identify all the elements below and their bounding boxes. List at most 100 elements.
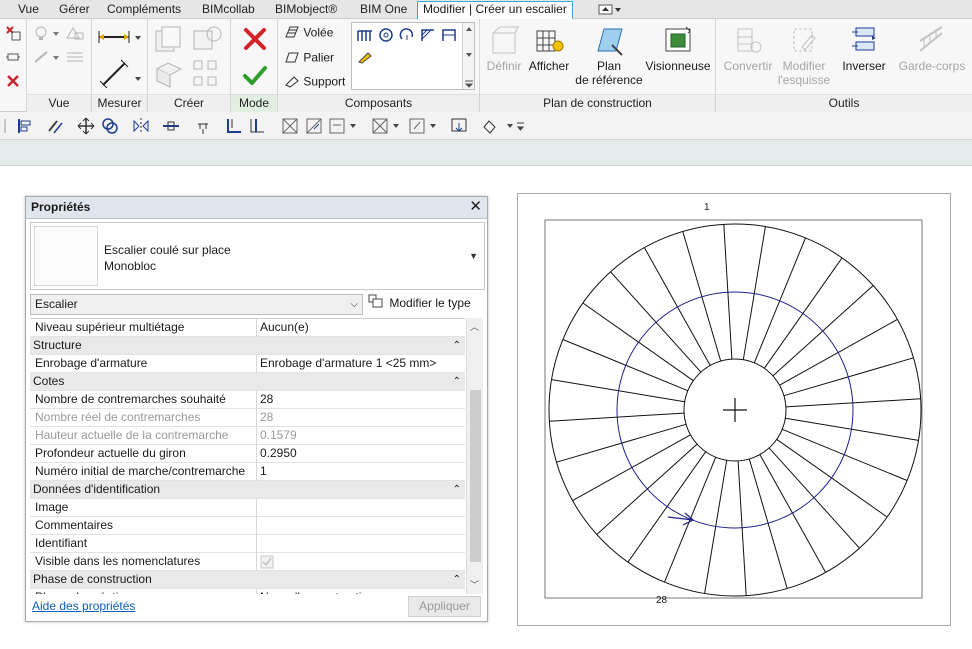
support-button[interactable]: Support (284, 74, 345, 91)
garde-corps-button[interactable]: Garde-corps (896, 25, 968, 73)
trim-single-icon[interactable] (248, 117, 266, 135)
tab-modifier-creer-escalier[interactable]: Modifier | Créer un escalier (417, 1, 573, 20)
scroll-down-icon[interactable]: ﹀ (470, 578, 479, 591)
create-parts-icon[interactable] (154, 59, 184, 92)
property-checkbox[interactable] (256, 553, 465, 571)
volee-button[interactable]: Volée (284, 25, 333, 42)
property-row[interactable]: Visible dans les nomenclatures (30, 553, 465, 571)
scroll-up-icon[interactable]: ︿ (470, 320, 479, 333)
tab-gerer[interactable]: Gérer (59, 2, 90, 19)
property-row[interactable]: Niveau supérieur multiétage Aucun(e) (30, 319, 465, 337)
mirror-icon[interactable] (132, 117, 150, 135)
plan-de-reference-button[interactable]: Plan de référence (574, 25, 644, 87)
copy-icon[interactable] (101, 117, 119, 135)
create-group-icon[interactable] (192, 25, 224, 56)
hide-icon[interactable] (65, 49, 85, 68)
type-selector[interactable]: Escalier coulé sur place Monobloc ▼ (30, 222, 485, 290)
property-row[interactable]: Commentaires (30, 517, 465, 535)
apply-button[interactable]: Appliquer (408, 596, 481, 617)
collapse-chevron-icon[interactable]: ⌃ (453, 337, 461, 354)
palier-button[interactable]: Palier (284, 50, 334, 67)
hide-element-icon[interactable] (371, 117, 399, 135)
property-row[interactable]: Identifiant (30, 535, 465, 553)
measure-icon[interactable] (97, 27, 143, 50)
property-value[interactable]: 0.2950 (256, 445, 465, 463)
spiral-run-icon[interactable] (377, 27, 395, 46)
property-group-header[interactable]: Structure ⌃ (30, 337, 465, 355)
property-row[interactable]: Enrobage d'armature Enrobage d'armature 1… (30, 355, 465, 373)
visionneuse-button[interactable]: Visionneuse (644, 25, 712, 73)
pin-toolbar-icon[interactable] (194, 117, 212, 135)
select-x-icon[interactable] (5, 25, 21, 44)
modifier-esquisse-button[interactable]: Modifier l'esquisse (776, 25, 832, 87)
property-row[interactable]: Phase de créationNouvelle construction (30, 589, 465, 594)
align-icon[interactable] (16, 117, 34, 135)
cancel-edit-icon[interactable] (242, 26, 268, 55)
afficher-button[interactable]: Afficher (526, 25, 572, 73)
finish-edit-icon[interactable] (242, 63, 268, 92)
l-winder-icon[interactable] (419, 27, 437, 46)
property-row[interactable]: Image (30, 499, 465, 517)
gallery-scrollbar[interactable] (462, 23, 474, 89)
create-assembly-icon[interactable] (450, 117, 468, 135)
property-row[interactable]: Nombre de contremarches souhaité 28 (30, 391, 465, 409)
view-a-icon[interactable] (281, 117, 299, 135)
property-row[interactable]: Hauteur actuelle de la contremarche 0.157… (30, 427, 465, 445)
stair-plan-view[interactable]: 1 28 (517, 193, 951, 626)
close-icon[interactable]: ✕ (469, 197, 482, 217)
definir-button[interactable]: Définir (484, 25, 524, 73)
property-row[interactable]: Numéro initial de marche/contremarche 1 (30, 463, 465, 481)
edit-type-button[interactable]: Modifier le type (368, 294, 483, 315)
collapse-chevron-icon[interactable]: ⌃ (453, 373, 461, 390)
properties-title-bar[interactable]: Propriétés ✕ (26, 197, 487, 219)
instance-filter-dropdown[interactable]: Escalier ⌵ (30, 294, 363, 315)
property-row[interactable]: Nombre réel de contremarches 28 (30, 409, 465, 427)
property-value[interactable]: Nouvelle construction (256, 589, 465, 594)
spiral-stair-drawing[interactable] (518, 194, 952, 627)
dimension-icon[interactable] (97, 59, 143, 92)
property-row[interactable]: Profondeur actuelle du giron 0.2950 (30, 445, 465, 463)
property-value[interactable] (256, 499, 465, 517)
center-ends-spiral-icon[interactable] (398, 27, 416, 46)
property-value[interactable]: Enrobage d'armature 1 <25 mm> (256, 355, 465, 373)
tab-complements[interactable]: Compléments (107, 2, 181, 19)
properties-help-link[interactable]: Aide des propriétés (32, 599, 135, 613)
trim-icon[interactable] (225, 117, 243, 135)
property-value[interactable]: Aucun(e) (256, 319, 465, 337)
property-value[interactable]: 1 (256, 463, 465, 481)
sketch-pencil-icon[interactable] (356, 49, 374, 68)
property-value[interactable]: 28 (256, 391, 465, 409)
u-winder-icon[interactable] (440, 27, 458, 46)
property-group-header[interactable]: Cotes ⌃ (30, 373, 465, 391)
offset-icon[interactable] (46, 117, 64, 135)
override-element-icon[interactable] (408, 117, 436, 135)
property-value[interactable] (256, 517, 465, 535)
tab-bimobject[interactable]: BIMobject® (275, 2, 337, 19)
properties-scrollbar[interactable]: ︿ ﹀ (466, 318, 483, 594)
tab-bim-one[interactable]: BIM One (360, 2, 407, 19)
array-icon[interactable] (192, 59, 224, 92)
lightbulb-icon[interactable] (33, 25, 61, 44)
pin-icon[interactable] (5, 49, 21, 68)
property-value[interactable] (256, 535, 465, 553)
delete-icon[interactable] (5, 73, 21, 92)
view-c-icon[interactable] (328, 117, 356, 135)
select-filter-icon[interactable] (481, 117, 525, 135)
checkbox-checked-icon[interactable] (260, 555, 274, 569)
straight-run-icon[interactable] (356, 27, 374, 46)
ribbon-toggle-icon[interactable] (598, 3, 622, 16)
convertir-button[interactable]: Convertir (720, 25, 776, 73)
linework-icon[interactable] (33, 49, 61, 68)
create-similar-icon[interactable] (154, 25, 184, 56)
type-dropdown-icon[interactable]: ▼ (469, 251, 478, 261)
collapse-chevron-icon[interactable]: ⌃ (453, 571, 461, 588)
tab-bimcollab[interactable]: BIMcollab (202, 2, 255, 19)
collapse-chevron-icon[interactable]: ⌃ (453, 481, 461, 498)
scrollbar-thumb[interactable] (470, 390, 481, 562)
move-icon[interactable] (77, 117, 95, 135)
property-group-header[interactable]: Phase de construction ⌃ (30, 571, 465, 589)
split-icon[interactable] (162, 117, 180, 135)
view-b-icon[interactable] (305, 117, 323, 135)
inverser-button[interactable]: Inverser (836, 25, 892, 73)
property-group-header[interactable]: Données d'identification ⌃ (30, 481, 465, 499)
